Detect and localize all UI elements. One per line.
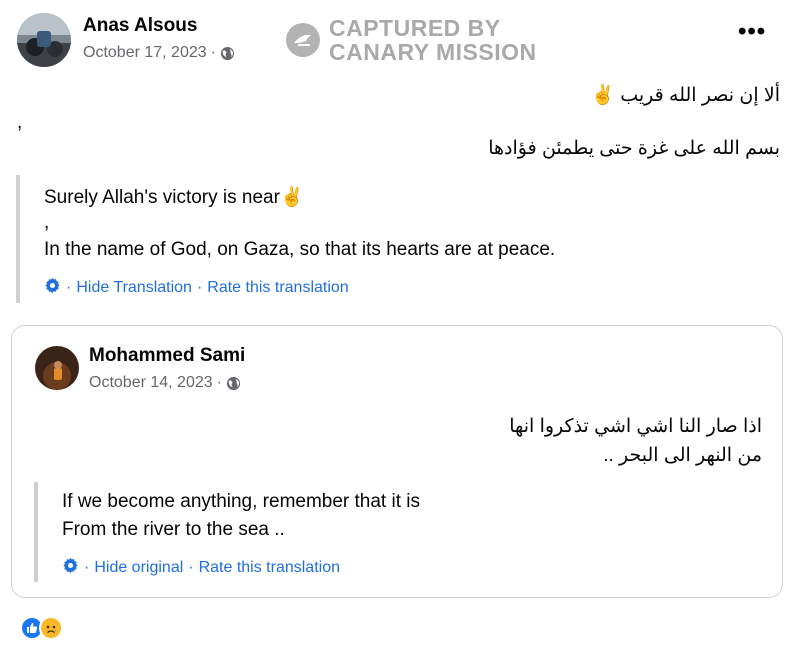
author-name[interactable]: Anas Alsous: [83, 15, 197, 37]
shared-translation-line1: If we become anything, remember that it …: [62, 491, 420, 512]
post-meta: October 17, 2023 ·: [83, 44, 235, 62]
shared-arabic-line2: من النهر الى البحر ..: [603, 445, 762, 466]
link-separator: ·: [188, 559, 194, 576]
more-options-icon[interactable]: •••: [738, 20, 766, 44]
shared-author-avatar[interactable]: [35, 346, 79, 390]
hide-translation-link[interactable]: Hide Translation: [76, 279, 192, 297]
hide-original-link[interactable]: Hide original: [94, 559, 183, 577]
translation-comma: ,: [44, 212, 50, 233]
reaction-summary[interactable]: [20, 616, 63, 640]
link-separator: ·: [196, 279, 203, 296]
globe-icon[interactable]: [220, 46, 235, 61]
rate-translation-link[interactable]: Rate this translation: [199, 559, 340, 577]
facebook-post: Anas Alsous October 17, 2023 · CAPTURED …: [0, 0, 800, 655]
gear-icon[interactable]: [44, 277, 61, 299]
date-separator: ·: [210, 44, 216, 61]
link-separator: ·: [84, 559, 90, 576]
translation-text: Surely Allah's victory is near: [44, 187, 280, 208]
translation-line2: In the name of God, on Gaza, so that its…: [44, 239, 556, 260]
victory-hand-icon: ✌: [279, 187, 304, 208]
shared-arabic-line1: اذا صار النا اشي اشي تذكروا انها: [509, 416, 762, 437]
translation-actions: · Hide Translation · Rate this translati…: [44, 277, 349, 299]
victory-hand-icon: ✌: [591, 85, 615, 106]
gear-icon[interactable]: [62, 557, 79, 579]
shared-post-date[interactable]: October 14, 2023: [89, 374, 213, 392]
canary-logo-icon: [286, 23, 320, 57]
shared-post-meta: October 14, 2023 ·: [89, 374, 241, 392]
rate-translation-link[interactable]: Rate this translation: [207, 279, 348, 297]
canary-mission-watermark: CAPTURED BY CANARY MISSION: [285, 16, 537, 64]
shared-translation-quote-bar: [34, 482, 38, 582]
shared-translation-actions: · Hide original · Rate this translation: [62, 557, 340, 579]
comma-text: ,: [17, 112, 23, 133]
globe-icon[interactable]: [226, 376, 241, 391]
shared-author-name[interactable]: Mohammed Sami: [89, 345, 245, 367]
shared-translation-line2: From the river to the sea ..: [62, 519, 285, 540]
translation-line1: Surely Allah's victory is near✌: [44, 185, 304, 209]
post-date[interactable]: October 17, 2023: [83, 44, 207, 62]
author-avatar[interactable]: [17, 13, 71, 67]
translation-quote-bar: [16, 175, 20, 303]
date-separator: ·: [216, 374, 222, 391]
post-arabic-line1: ألا إن نصر الله قريب ✌: [591, 83, 780, 107]
sad-icon[interactable]: [39, 616, 63, 640]
link-separator: ·: [66, 279, 72, 296]
watermark-line2: CANARY MISSION: [329, 39, 537, 65]
watermark-line1: CAPTURED BY: [329, 15, 501, 41]
post-arabic-line2: بسم الله على غزة حتى يطمئن فؤادها: [488, 138, 780, 159]
shared-post-card[interactable]: Mohammed Sami October 14, 2023 · اذا صار…: [11, 325, 783, 598]
arabic-text: ألا إن نصر الله قريب: [620, 85, 780, 106]
